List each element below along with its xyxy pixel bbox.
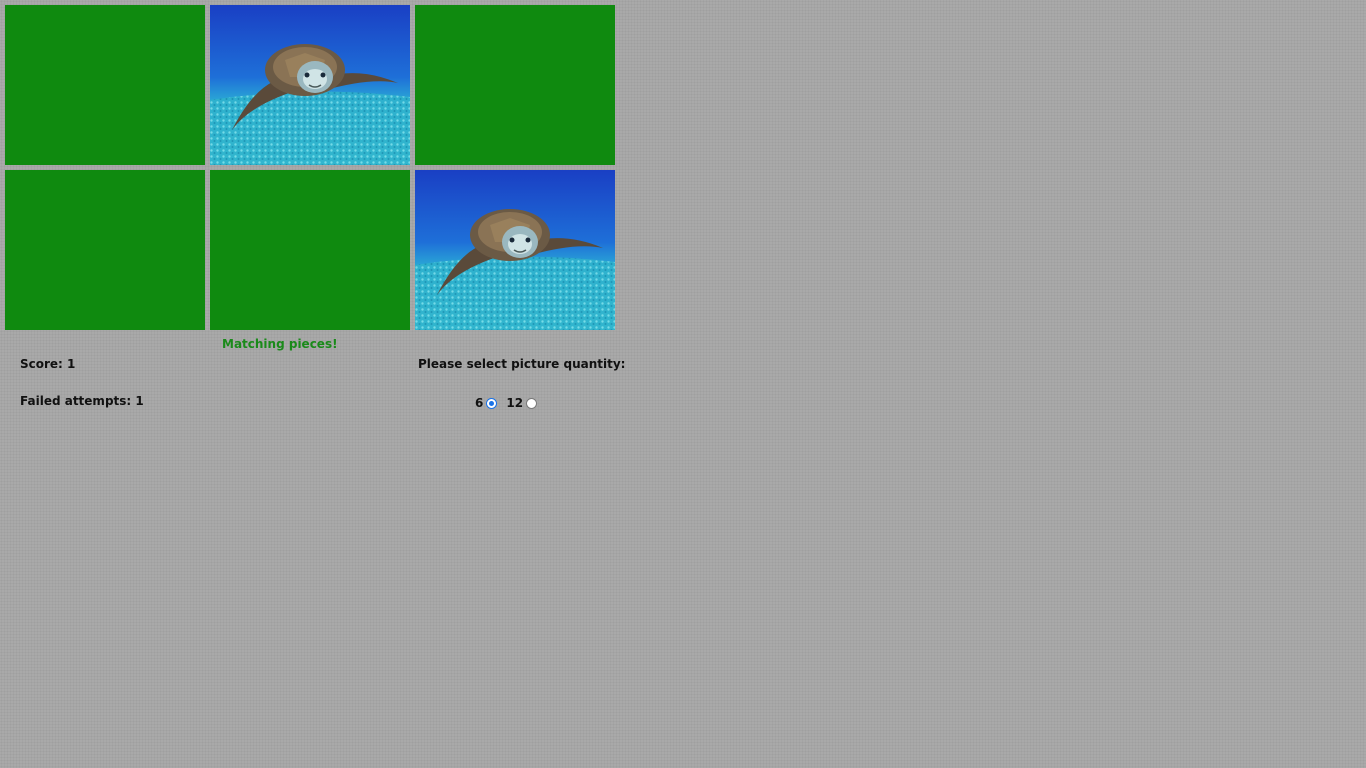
card-1[interactable] <box>5 5 205 165</box>
card-5[interactable] <box>210 170 410 330</box>
option-12-radio[interactable] <box>526 397 538 409</box>
card-3[interactable] <box>415 5 615 165</box>
option-6-radio[interactable] <box>486 397 498 409</box>
card-6[interactable] <box>415 170 615 330</box>
option-12-label: 12 <box>506 396 524 410</box>
quantity-prompt: Please select picture quantity: <box>418 357 626 371</box>
card-2[interactable] <box>210 5 410 165</box>
sea-turtle-image <box>210 5 410 165</box>
option-6-label: 6 <box>475 396 484 410</box>
score-label: Score: 1 <box>20 357 76 371</box>
quantity-options: 6 12 <box>475 396 541 410</box>
card-4[interactable] <box>5 170 205 330</box>
failed-attempts-label: Failed attempts: 1 <box>20 394 144 408</box>
sea-turtle-image <box>415 170 615 330</box>
match-message: Matching pieces! <box>222 337 338 351</box>
game-board <box>5 5 615 330</box>
